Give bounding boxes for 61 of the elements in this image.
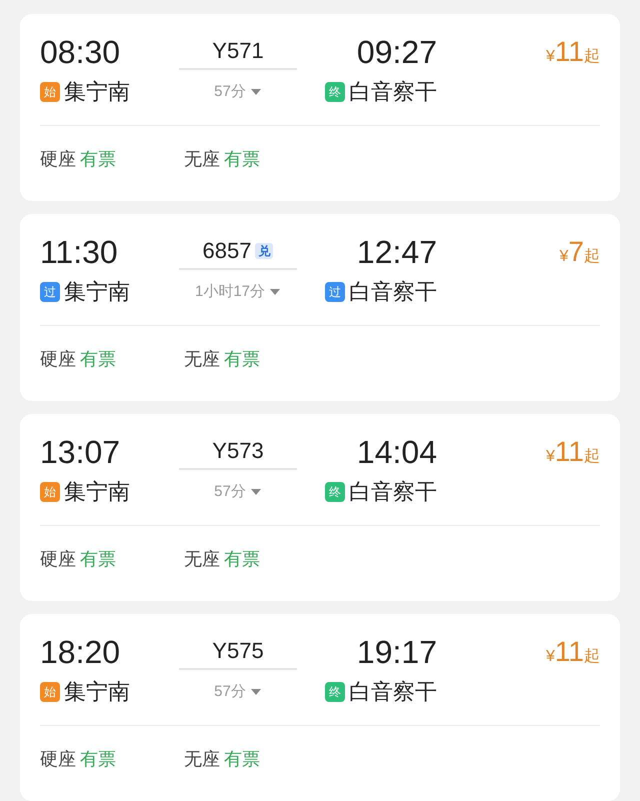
station-tag: 过	[40, 282, 60, 302]
station-tag: 终	[325, 682, 345, 702]
price: ¥11起	[546, 435, 600, 469]
train-card[interactable]: 13:07 始 集宁南 Y573 57分 14:04 终 白音察干 ¥11起 硬座 有票 无座 有票	[20, 414, 620, 601]
station-tag: 终	[325, 82, 345, 102]
train-number: Y573	[212, 440, 264, 462]
duration: 57分	[214, 482, 246, 502]
arrival-time: 09:27	[356, 34, 437, 70]
seat-class: 无座	[184, 748, 220, 771]
duration: 57分	[214, 82, 246, 102]
seat-class: 硬座	[40, 148, 76, 171]
arrival-time: 19:17	[356, 634, 437, 670]
station-tag: 始	[40, 682, 60, 702]
price: ¥7起	[560, 235, 600, 269]
ticket-status: 有票	[80, 748, 116, 771]
seat-class: 硬座	[40, 748, 76, 771]
station-name: 白音察干	[349, 681, 437, 703]
train-card[interactable]: 11:30 过 集宁南 6857 兑 1小时17分 12:47 过 白音察干 ¥7起 硬座 有票 无座 有票	[20, 214, 620, 401]
price: ¥11起	[546, 35, 600, 69]
ticket-status: 有票	[80, 548, 116, 571]
departure-time: 13:07	[40, 434, 122, 470]
station-tag: 终	[325, 482, 345, 502]
station-tag: 过	[325, 282, 345, 302]
seat-class: 无座	[184, 548, 220, 571]
station-name: 白音察干	[349, 281, 437, 303]
train-card[interactable]: 18:20 始 集宁南 Y575 57分 19:17 终 白音察干 ¥11起 硬座 有票 无座 有票	[20, 614, 620, 801]
seat-class: 无座	[184, 348, 220, 371]
station-name: 集宁南	[64, 481, 130, 503]
ticket-status: 有票	[224, 748, 260, 771]
ticket-status: 有票	[80, 348, 116, 371]
departure-time: 18:20	[40, 634, 122, 670]
seat-class: 无座	[184, 148, 220, 171]
station-tag: 始	[40, 482, 60, 502]
caret-icon[interactable]	[269, 288, 282, 296]
station-name: 集宁南	[64, 681, 130, 703]
seat-class: 硬座	[40, 348, 76, 371]
train-card[interactable]: 08:30 始 集宁南 Y571 57分 09:27 终 白音察干 ¥11起 硬座 有票 无座 有票	[20, 14, 620, 201]
station-name: 白音察干	[349, 81, 437, 103]
seat-class: 硬座	[40, 548, 76, 571]
station-name: 白音察干	[349, 481, 437, 503]
caret-icon[interactable]	[250, 488, 262, 496]
train-number: 6857	[202, 240, 252, 262]
arrival-time: 14:04	[356, 434, 437, 470]
ticket-status: 有票	[224, 548, 260, 571]
duration: 1小时17分	[194, 282, 266, 302]
duration: 57分	[214, 682, 246, 702]
ticket-status: 有票	[224, 348, 260, 371]
station-name: 集宁南	[64, 81, 130, 103]
exchange-tag: 兑	[255, 243, 274, 259]
price: ¥11起	[546, 635, 600, 669]
station-tag: 始	[40, 82, 60, 102]
train-number: Y575	[212, 640, 264, 662]
departure-time: 11:30	[40, 234, 119, 270]
caret-icon[interactable]	[250, 88, 262, 96]
arrival-time: 12:47	[356, 234, 437, 270]
ticket-status: 有票	[224, 148, 260, 171]
station-name: 集宁南	[64, 281, 130, 303]
departure-time: 08:30	[40, 34, 122, 70]
caret-icon[interactable]	[250, 688, 262, 696]
train-number: Y571	[212, 40, 264, 62]
ticket-status: 有票	[80, 148, 116, 171]
